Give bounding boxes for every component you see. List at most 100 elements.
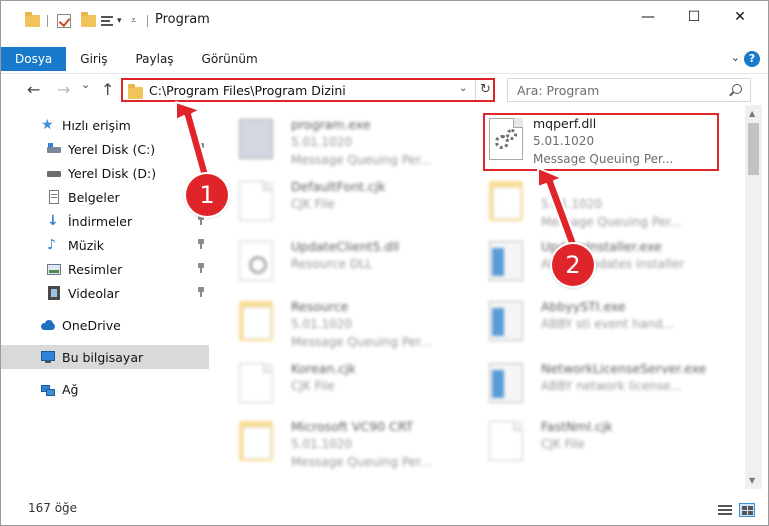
window-title: Program: [155, 12, 210, 27]
recent-locations-dropdown[interactable]: ⌄: [81, 78, 90, 91]
sidebar-item-label: OneDrive: [62, 317, 121, 333]
app-icon: [489, 363, 523, 403]
sidebar-item-label: Hızlı erişim: [62, 117, 131, 133]
pin-icon[interactable]: [197, 143, 205, 153]
document-icon: [239, 363, 273, 403]
folder-icon: [239, 421, 273, 461]
sidebar-item-music[interactable]: ♪ Müzik: [1, 233, 211, 257]
file-list: program.exe 5.01.1020 Message Queuing Pe…: [213, 105, 743, 489]
tab-home[interactable]: Giriş: [66, 47, 121, 71]
scroll-up-icon[interactable]: ▲: [749, 109, 755, 118]
sidebar-item-videos[interactable]: Videolar: [1, 281, 211, 305]
star-icon: ★: [41, 117, 54, 133]
file-tile[interactable]: UpdateInstaller.exe ABBYY updates instal…: [483, 235, 723, 293]
file-detail: Message Queuing Per...: [541, 215, 682, 229]
file-name: AbbyySTI.exe: [541, 299, 626, 314]
file-detail: Message Queuing Per...: [291, 335, 432, 349]
file-tile[interactable]: AbbyySTI.exe ABBY sti event hand...: [483, 295, 723, 353]
drive-icon: [47, 142, 61, 156]
file-detail: Message Queuing Per...: [291, 455, 432, 469]
help-icon[interactable]: ?: [744, 51, 760, 67]
sidebar-item-network[interactable]: Ağ: [1, 377, 211, 401]
sidebar-item-label: Müzik: [68, 237, 104, 253]
file-name: Resource: [291, 299, 349, 314]
file-tile[interactable]: UpdateClient5.dll Resource DLL: [233, 235, 473, 293]
refresh-button[interactable]: ↻: [475, 80, 495, 100]
file-detail: CJK File: [291, 379, 335, 393]
quick-access-folder-icon[interactable]: [25, 12, 40, 29]
music-icon: ♪: [47, 237, 56, 253]
file-detail: ABBY sti event hand...: [541, 317, 674, 331]
large-icons-view-icon[interactable]: [739, 503, 755, 517]
maximize-button[interactable]: ☐: [671, 1, 717, 33]
sidebar-item-documents[interactable]: Belgeler: [1, 185, 211, 209]
title-bar: ▾ ⩡ Program — ☐ ✕: [1, 1, 768, 41]
scroll-thumb[interactable]: [748, 123, 759, 175]
file-tile[interactable]: FastNml.cjk CJK File: [483, 415, 723, 473]
chevron-down-icon[interactable]: ⌄: [459, 83, 467, 94]
videos-icon: [47, 286, 61, 300]
folder-icon: [128, 84, 143, 99]
file-name: DefaultFont.cjk: [291, 179, 386, 194]
annotation-badge-2: 2: [552, 244, 594, 286]
file-detail: 5.01.1020: [541, 197, 603, 211]
file-name: Microsoft VC90 CRT: [291, 419, 414, 434]
customize-toolbar-icon[interactable]: ⩡: [131, 13, 136, 29]
sidebar-item-quick-access[interactable]: ★ Hızlı erişim: [1, 113, 211, 137]
download-icon: ↓: [47, 213, 59, 229]
folder-icon: [239, 301, 273, 341]
tab-view[interactable]: Görünüm: [188, 47, 272, 71]
pin-icon[interactable]: [197, 287, 205, 297]
expand-ribbon-icon[interactable]: ⌄: [731, 51, 740, 64]
customize-view-icon[interactable]: ▾: [101, 13, 122, 29]
minimize-button[interactable]: —: [625, 1, 671, 33]
search-icon: [732, 84, 742, 94]
exe-icon: [239, 119, 273, 159]
address-path[interactable]: C:\Program Files\Program Dizini: [149, 83, 346, 98]
tab-file[interactable]: Dosya: [1, 47, 67, 71]
pin-icon[interactable]: [197, 263, 205, 273]
file-detail: CJK File: [541, 437, 585, 451]
file-tile[interactable]: program.exe 5.01.1020 Message Queuing Pe…: [233, 113, 473, 171]
file-detail: 5.01.1020: [291, 437, 353, 451]
sidebar-item-this-pc[interactable]: Bu bilgisayar: [1, 345, 209, 369]
file-name: NetworkLicenseServer.exe: [541, 361, 707, 376]
new-folder-icon[interactable]: [81, 12, 96, 29]
pin-icon[interactable]: [197, 239, 205, 249]
sidebar-item-onedrive[interactable]: OneDrive: [1, 313, 211, 337]
search-input[interactable]: Ara: Program: [517, 83, 599, 98]
status-bar: 167 öğe: [1, 495, 768, 525]
forward-button[interactable]: →: [57, 80, 70, 99]
sidebar-item-label: İndirmeler: [68, 213, 133, 229]
sidebar-item-disk-d[interactable]: Yerel Disk (D:): [1, 161, 211, 185]
sidebar-item-label: Ağ: [62, 381, 79, 397]
file-tile[interactable]: NetworkLicenseServer.exe ABBY network li…: [483, 357, 723, 415]
back-button[interactable]: ←: [27, 80, 40, 99]
address-bar[interactable]: C:\Program Files\Program Dizini ⌄ ↻: [121, 78, 495, 102]
scroll-down-icon[interactable]: ▼: [749, 476, 755, 485]
file-tile[interactable]: Microsoft VC90 CRT 5.01.1020 Message Que…: [233, 415, 473, 473]
documents-icon: [47, 190, 61, 204]
file-tile[interactable]: 5.01.1020 Message Queuing Per...: [483, 175, 723, 233]
pin-icon[interactable]: [197, 215, 205, 225]
vertical-scrollbar[interactable]: ▲ ▼: [745, 105, 762, 489]
sidebar-item-label: Yerel Disk (C:): [68, 141, 156, 157]
sidebar-item-disk-c[interactable]: Yerel Disk (C:): [1, 137, 211, 161]
tab-share[interactable]: Paylaş: [121, 47, 187, 71]
sidebar-item-downloads[interactable]: ↓ İndirmeler: [1, 209, 211, 233]
close-button[interactable]: ✕: [717, 1, 763, 33]
file-tile[interactable]: DefaultFont.cjk CJK File: [233, 175, 473, 233]
sidebar-item-pictures[interactable]: Resimler: [1, 257, 211, 281]
file-tile[interactable]: Korean.cjk CJK File: [233, 357, 473, 415]
file-name: Korean.cjk: [291, 361, 356, 376]
details-view-icon[interactable]: [717, 503, 733, 517]
highlight-box: [483, 113, 719, 171]
sidebar-item-label: Yerel Disk (D:): [68, 165, 157, 181]
search-box[interactable]: Ara: Program: [507, 78, 751, 102]
properties-check-icon[interactable]: [57, 13, 71, 29]
file-tile[interactable]: Resource 5.01.1020 Message Queuing Per..…: [233, 295, 473, 353]
app-icon: [489, 241, 523, 281]
up-button[interactable]: ↑: [101, 80, 114, 99]
file-detail: ABBY network license...: [541, 379, 683, 393]
sidebar-item-label: Resimler: [68, 261, 123, 277]
